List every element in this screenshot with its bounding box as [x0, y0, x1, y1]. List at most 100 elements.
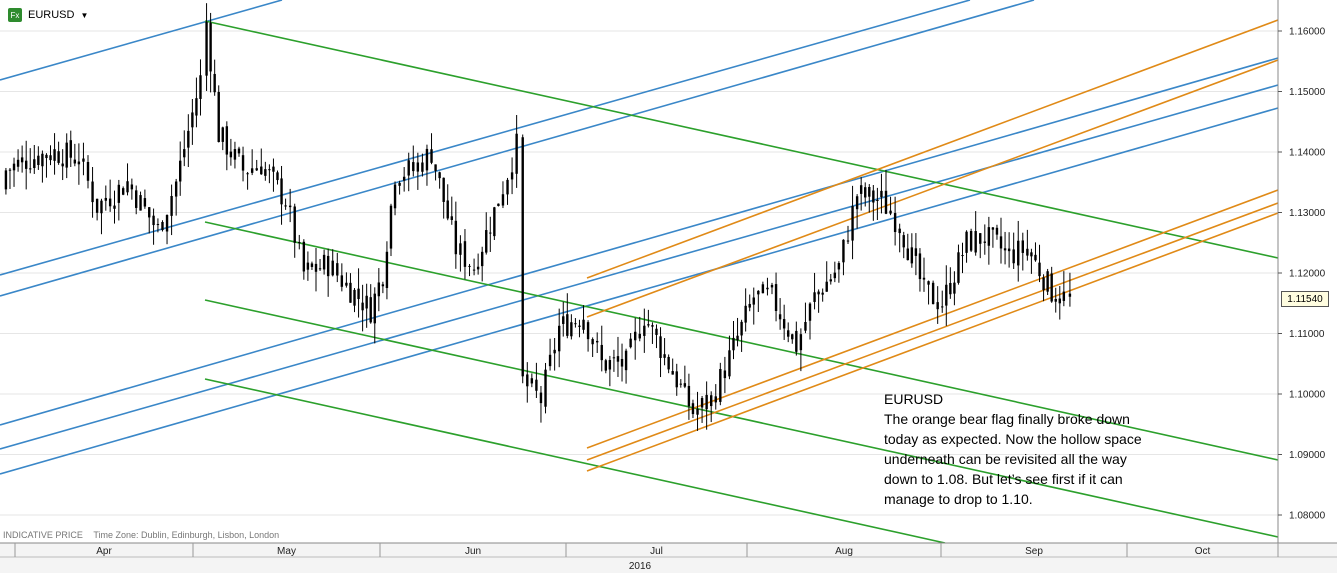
candle-body	[1042, 277, 1045, 291]
candle-body	[506, 179, 509, 195]
month-label: Jul	[650, 546, 663, 557]
candle-body	[53, 149, 56, 161]
candle-body	[20, 157, 24, 163]
candle-body	[757, 290, 760, 295]
candle-body	[49, 155, 52, 161]
candle-body	[969, 230, 973, 251]
candle-body	[377, 282, 381, 297]
candle-body	[927, 281, 930, 285]
candle-body	[100, 200, 103, 214]
candle-body	[170, 195, 173, 216]
candle-body	[82, 158, 85, 162]
candle-body	[782, 319, 786, 329]
candle-body	[1021, 240, 1024, 253]
candle-body	[187, 130, 190, 148]
candle-body	[902, 235, 905, 248]
y-tick-label: 1.09000	[1289, 450, 1326, 461]
candle-body	[365, 295, 368, 309]
candle-body	[974, 231, 977, 253]
candle-body	[199, 75, 202, 99]
candle-body	[889, 210, 892, 214]
candle-body	[612, 357, 616, 359]
candle-body	[69, 140, 72, 158]
candle-body	[4, 170, 8, 190]
chart-annotation: EURUSD The orange bear flag finally brok…	[884, 389, 1214, 509]
candle-body	[331, 260, 334, 276]
candle-body	[608, 360, 612, 370]
candle-body	[714, 396, 717, 403]
candle-body	[791, 334, 794, 340]
candle-body	[237, 148, 241, 154]
candle-body	[766, 287, 769, 290]
y-tick-label: 1.13000	[1289, 208, 1326, 219]
y-tick-label: 1.14000	[1289, 148, 1326, 159]
y-tick-label: 1.11000	[1289, 329, 1325, 340]
candle-body	[872, 190, 875, 203]
candle-body	[864, 187, 867, 198]
candle-body	[957, 252, 960, 283]
candle-body	[736, 335, 739, 341]
candle-body	[667, 356, 670, 370]
candle-body	[306, 262, 310, 270]
candle-body	[233, 149, 237, 160]
candle-body	[416, 162, 420, 172]
candle-body	[1012, 249, 1015, 264]
candle-body	[438, 172, 441, 179]
footer-note: INDICATIVE PRICE Time Zone: Dublin, Edin…	[3, 530, 279, 540]
candle-body	[893, 213, 897, 233]
candle-body	[310, 263, 314, 267]
candle-body	[255, 168, 258, 171]
candle-body	[535, 379, 538, 391]
x-axis-panel	[0, 543, 1337, 573]
candle-body	[24, 160, 28, 169]
candle-body	[761, 284, 765, 294]
y-tick-label: 1.10000	[1289, 390, 1326, 401]
candle-body	[999, 236, 1003, 249]
candle-body	[385, 251, 389, 289]
candle-body	[624, 350, 628, 371]
candle-body	[586, 322, 590, 340]
candle-body	[143, 198, 147, 207]
candle-body	[336, 263, 339, 276]
candle-body	[373, 293, 376, 324]
candle-body	[450, 216, 453, 220]
candle-body	[369, 297, 372, 323]
candle-body	[501, 194, 505, 206]
candle-body	[183, 149, 186, 158]
y-tick-label: 1.16000	[1289, 27, 1326, 38]
candle-body	[914, 248, 918, 256]
candle-body	[241, 155, 245, 171]
candle-body	[135, 190, 138, 208]
candle-body	[659, 336, 662, 358]
candle-body	[121, 188, 125, 195]
candle-body	[468, 265, 471, 267]
candle-body	[113, 205, 116, 209]
candle-body	[41, 153, 44, 167]
candle-body	[77, 161, 81, 165]
caret-down-icon[interactable]: ▼	[80, 11, 88, 20]
candle-body	[1054, 298, 1057, 302]
candle-body	[884, 190, 888, 214]
symbol-selector[interactable]: Fx EURUSD ▼	[8, 8, 88, 22]
candle-body	[389, 205, 393, 249]
candle-body	[979, 233, 982, 244]
candle-body	[205, 21, 208, 76]
candle-body	[476, 266, 480, 270]
candle-body	[152, 215, 155, 226]
candle-body	[117, 184, 121, 203]
candle-body	[740, 321, 743, 336]
month-label: Jun	[465, 546, 481, 557]
candle-body	[679, 383, 682, 385]
candle-body	[284, 205, 287, 207]
candle-body	[949, 282, 952, 295]
candle-body	[250, 168, 254, 173]
candle-body	[643, 325, 646, 336]
candle-body	[425, 148, 429, 171]
candle-body	[526, 374, 529, 387]
candle-body	[558, 325, 561, 352]
candle-body	[995, 227, 999, 235]
candle-body	[918, 253, 922, 280]
candle-body	[787, 330, 790, 337]
candle-body	[723, 370, 727, 379]
candle-body	[604, 360, 608, 371]
